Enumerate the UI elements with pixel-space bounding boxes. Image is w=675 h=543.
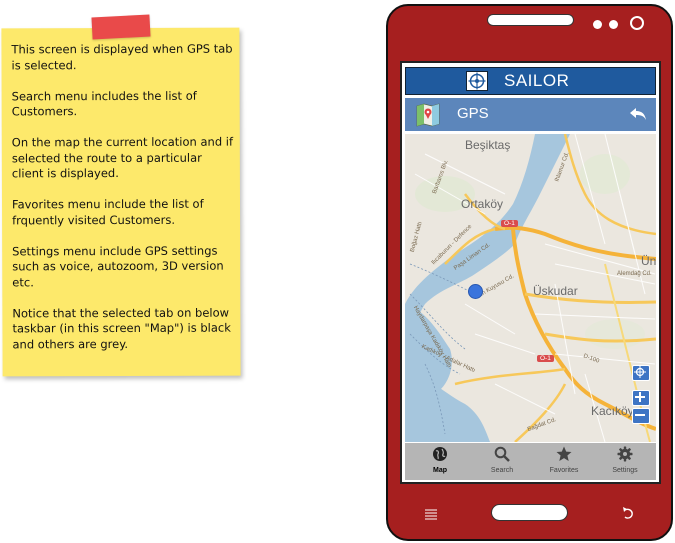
tab-favorites[interactable]: Favorites (533, 443, 595, 480)
street-label: Alemdağ Cd. (617, 271, 652, 277)
app-title-bar: SAILOR (405, 67, 656, 95)
back-arrow-icon[interactable] (628, 105, 648, 123)
tab-label: Favorites (549, 467, 579, 474)
compass-icon (466, 71, 488, 91)
map-view[interactable]: Beşiktaş Ortaköy Üskudar Ün Kacıköy Barb… (405, 134, 656, 442)
minus-icon (635, 414, 645, 416)
tab-map[interactable]: Map (409, 443, 471, 480)
bottom-tab-bar: Map Search Favorites Settings (405, 443, 656, 480)
map-place-label: Beşiktaş (465, 138, 511, 152)
star-icon (556, 446, 572, 461)
annotation-sticky-note: This screen is displayed when GPS tab is… (1, 27, 241, 377)
tab-label: Search (490, 467, 514, 474)
tab-search[interactable]: Search (471, 443, 533, 480)
road-badge: O-1 (501, 220, 518, 227)
note-paragraph: This screen is displayed when GPS tab is… (11, 41, 233, 72)
phone-screen: SAILOR GPS Beşiktaş Ortaköy Üskudar Ün K… (400, 61, 661, 484)
globe-icon (433, 447, 447, 461)
map-place-label: Ortaköy (461, 197, 504, 211)
note-tape (91, 14, 151, 40)
section-header: GPS (405, 98, 656, 131)
note-paragraph: On the map the current location and if s… (11, 134, 234, 181)
note-paragraph: Notice that the selected tab on below ta… (12, 305, 231, 351)
section-title: GPS (457, 105, 489, 122)
hardware-home-button[interactable] (491, 504, 568, 521)
sensor-dot (593, 20, 602, 29)
search-icon (494, 446, 510, 462)
undo-arrow-icon (623, 507, 633, 519)
note-paragraph: Search menu includes the list of Custome… (11, 88, 197, 119)
speaker-grille (487, 14, 574, 26)
menu-lines-icon (425, 509, 437, 520)
locate-me-button[interactable] (632, 365, 650, 381)
tab-settings[interactable]: Settings (594, 443, 656, 480)
current-location-marker (468, 284, 483, 299)
map-place-label: Üskudar (533, 284, 578, 298)
map-place-label: Ün (641, 254, 656, 268)
note-paragraph: Settings menu include GPS settings such … (12, 243, 224, 289)
sensor-dot (609, 20, 618, 29)
road-badge: O-1 (537, 355, 554, 362)
plus-icon (635, 392, 645, 402)
note-paragraph: Favorites menu include the list of frque… (11, 196, 204, 227)
tab-label: Settings (612, 467, 638, 474)
phone-frame: SAILOR GPS Beşiktaş Ortaköy Üskudar Ün K… (386, 4, 673, 541)
note-text: This screen is displayed when GPS tab is… (11, 42, 236, 368)
map-icon (415, 102, 441, 127)
hardware-menu-button[interactable] (424, 506, 438, 520)
app-title: SAILOR (504, 71, 570, 90)
tab-label: Map (433, 467, 447, 474)
hardware-back-button[interactable] (620, 505, 636, 521)
zoom-out-button[interactable] (632, 408, 650, 424)
zoom-in-button[interactable] (632, 390, 650, 406)
crosshair-icon (634, 366, 646, 378)
map-place-label: Kacıköy (591, 404, 634, 418)
front-camera (630, 16, 644, 30)
gear-icon (617, 446, 633, 462)
